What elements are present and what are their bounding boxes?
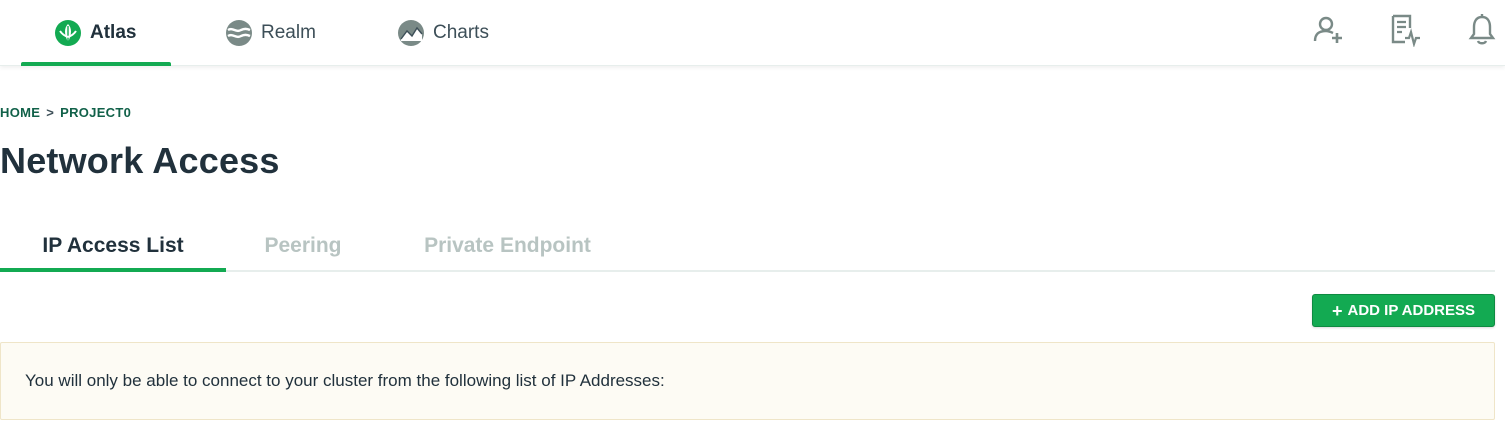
notifications-button[interactable] — [1465, 13, 1499, 52]
product-tab-charts[interactable]: Charts — [397, 0, 489, 66]
product-tab-label: Atlas — [90, 22, 137, 43]
tab-label: IP Access List — [42, 234, 184, 257]
ip-access-notice: You will only be able to connect to your… — [0, 342, 1495, 420]
invite-user-icon — [1311, 13, 1345, 52]
realm-icon — [225, 19, 253, 47]
top-navigation: Atlas Realm Charts — [0, 0, 1505, 66]
product-tab-label: Charts — [433, 22, 489, 43]
product-tab-atlas[interactable]: Atlas — [20, 0, 173, 66]
notice-text: You will only be able to connect to your… — [25, 371, 665, 390]
tab-label: Peering — [264, 234, 342, 257]
invite-user-button[interactable] — [1311, 15, 1345, 49]
leaf-icon — [54, 19, 82, 47]
add-ip-address-label: ADD IP ADDRESS — [1347, 302, 1476, 319]
page-title: Network Access — [0, 140, 280, 181]
activity-feed-button[interactable] — [1388, 13, 1422, 52]
product-tab-realm[interactable]: Realm — [225, 0, 316, 66]
tab-peering[interactable]: Peering — [226, 222, 380, 270]
tab-ip-access-list[interactable]: IP Access List — [0, 222, 226, 272]
product-tab-label: Realm — [261, 22, 316, 43]
breadcrumb-home-link[interactable]: HOME — [0, 105, 40, 120]
tab-label: Private Endpoint — [424, 234, 591, 257]
bell-icon — [1467, 13, 1497, 52]
breadcrumb-project: PROJECT0 — [60, 105, 132, 120]
activity-feed-icon — [1388, 13, 1422, 52]
network-access-tabs: IP Access List Peering Private Endpoint — [0, 222, 1495, 272]
breadcrumb-separator: > — [46, 105, 55, 120]
plus-icon: + — [1331, 300, 1343, 321]
add-ip-address-button[interactable]: + ADD IP ADDRESS — [1312, 294, 1495, 327]
charts-icon — [397, 19, 425, 47]
tab-private-endpoint[interactable]: Private Endpoint — [380, 222, 635, 270]
breadcrumb: HOME > PROJECT0 — [0, 105, 131, 120]
